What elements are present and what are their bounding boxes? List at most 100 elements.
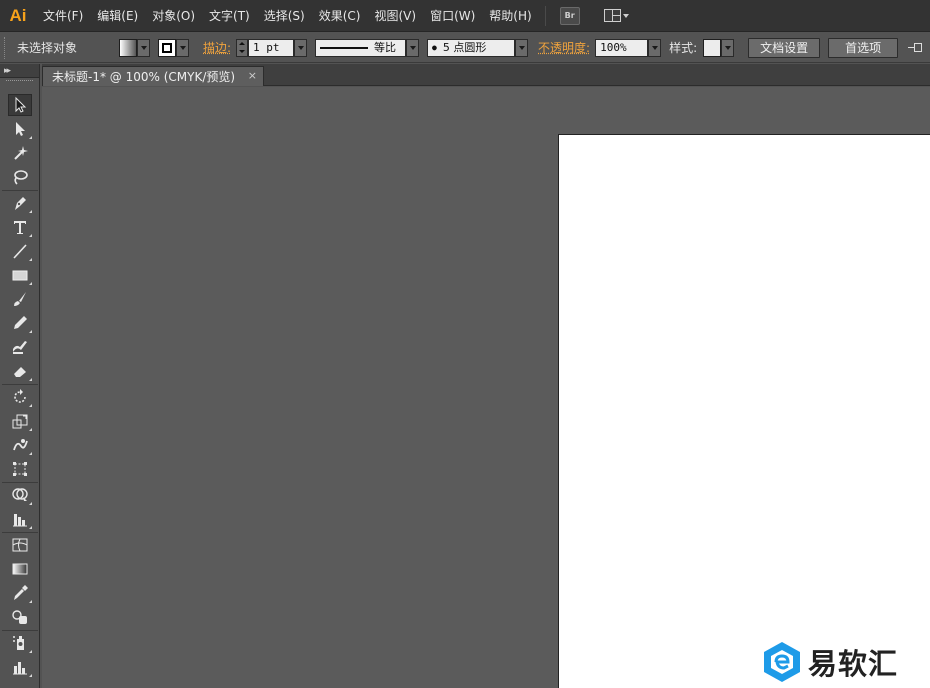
arrange-grid-icon	[603, 9, 621, 22]
gradient-icon	[12, 563, 28, 575]
opacity-label[interactable]: 不透明度:	[538, 39, 590, 56]
close-icon[interactable]: ×	[248, 69, 257, 82]
gradient-tool[interactable]	[8, 558, 32, 580]
fill-swatch-icon	[119, 38, 137, 57]
preferences-button[interactable]: 首选项	[828, 37, 899, 58]
graphic-style-picker[interactable]	[703, 38, 735, 58]
blend-tool[interactable]	[8, 606, 32, 628]
brush-dropdown[interactable]	[515, 38, 529, 57]
graphic-style-swatch	[703, 38, 722, 57]
menu-select[interactable]: 选择(S)	[257, 5, 312, 27]
menu-bar: Ai 文件(F) 编辑(E) 对象(O) 文字(T) 选择(S) 效果(C) 视…	[0, 0, 930, 32]
menu-file[interactable]: 文件(F)	[36, 5, 90, 27]
width-profile-dropdown[interactable]	[406, 38, 420, 57]
menu-object[interactable]: 对象(O)	[145, 5, 202, 27]
stroke-line-preview-icon	[320, 46, 369, 49]
menu-effect[interactable]: 效果(C)	[312, 5, 368, 27]
menu-type[interactable]: 文字(T)	[202, 5, 257, 27]
menu-help[interactable]: 帮助(H)	[482, 5, 538, 27]
opacity-field[interactable]: 100%	[595, 38, 649, 57]
warp-tool[interactable]	[8, 434, 32, 456]
shape-builder-icon	[12, 488, 28, 501]
width-profile-field[interactable]: 等比	[315, 38, 407, 57]
graphic-style-dropdown[interactable]	[721, 38, 735, 57]
width-profile-label: 等比	[374, 40, 397, 54]
fill-dropdown-arrow[interactable]	[137, 38, 150, 57]
stroke-color-picker[interactable]	[158, 38, 189, 58]
watermark-logo-icon	[764, 642, 800, 682]
eraser-tool[interactable]	[8, 360, 32, 382]
direct-selection-tool[interactable]	[8, 118, 32, 140]
eyedropper-tool[interactable]	[8, 582, 32, 604]
paintbrush-icon	[14, 292, 26, 306]
rectangle-tool[interactable]	[8, 264, 32, 286]
panel-grip[interactable]	[4, 36, 7, 59]
pen-tool[interactable]	[8, 192, 32, 214]
type-tool[interactable]	[8, 216, 32, 238]
variable-width-profile[interactable]: 等比	[315, 38, 420, 58]
scale-icon	[12, 414, 28, 429]
shape-builder-tool[interactable]	[8, 484, 32, 506]
watermark-text: 易软汇	[808, 647, 899, 681]
artboard[interactable]	[558, 134, 930, 688]
align-panel-icon[interactable]	[908, 41, 924, 55]
tools-panel: ▸▸	[0, 64, 40, 688]
blob-brush-tool[interactable]	[8, 336, 32, 358]
canvas-area[interactable]	[42, 87, 930, 688]
symbol-sprayer-tool[interactable]	[8, 632, 32, 654]
selection-status: 未选择对象	[17, 41, 78, 55]
document-tab[interactable]: 未标题-1* @ 100% (CMYK/预览) ×	[42, 66, 264, 86]
graph-tool[interactable]	[8, 508, 32, 530]
selection-tool[interactable]	[8, 94, 32, 116]
tools-panel-header[interactable]: ▸▸	[0, 64, 39, 78]
stroke-weight-dropdown[interactable]	[294, 38, 308, 57]
document-setup-button[interactable]: 文档设置	[748, 37, 821, 58]
opacity-control[interactable]: 100%	[595, 38, 662, 58]
warp-icon	[13, 439, 28, 451]
chevron-down-icon	[622, 13, 629, 18]
pencil-tool[interactable]	[8, 312, 32, 334]
magic-wand-icon	[14, 146, 28, 160]
menu-edit[interactable]: 编辑(E)	[90, 5, 145, 27]
brush-field[interactable]: ● 5 点圆形	[427, 38, 516, 57]
stroke-weight-field[interactable]: 1 pt	[248, 38, 295, 57]
free-transform-tool[interactable]	[8, 458, 32, 480]
column-graph-icon	[13, 514, 27, 527]
control-bar: 未选择对象 描边: 1 pt 等比 ● 5 点圆形 不透明度: 100% 样式:…	[0, 33, 930, 63]
stroke-weight-spinner[interactable]	[236, 38, 249, 57]
arrange-documents-button[interactable]	[603, 9, 629, 22]
magic-wand-tool[interactable]	[8, 142, 32, 164]
stroke-label[interactable]: 描边:	[203, 39, 231, 56]
blob-brush-icon	[13, 341, 27, 354]
rotate-icon	[14, 389, 26, 403]
tools-panel-grip[interactable]	[6, 80, 33, 88]
brush-definition[interactable]: ● 5 点圆形	[427, 38, 529, 58]
stroke-weight-control[interactable]: 1 pt	[236, 38, 308, 58]
pencil-icon	[14, 316, 27, 329]
app-logo: Ai	[9, 5, 27, 25]
lasso-tool[interactable]	[8, 166, 32, 188]
collapse-panel-icon[interactable]: ▸▸	[4, 66, 11, 76]
opacity-dropdown[interactable]	[648, 38, 662, 57]
stroke-dropdown-arrow[interactable]	[176, 38, 189, 57]
menu-separator	[544, 5, 546, 26]
blend-icon	[12, 610, 27, 624]
menu-window[interactable]: 窗口(W)	[423, 5, 482, 27]
menu-view[interactable]: 视图(V)	[367, 5, 423, 27]
column-graph-tool[interactable]	[8, 656, 32, 678]
lasso-icon	[14, 170, 28, 185]
scale-tool[interactable]	[8, 410, 32, 432]
mesh-tool[interactable]	[8, 534, 32, 556]
paintbrush-tool[interactable]	[8, 288, 32, 310]
line-segment-icon	[13, 244, 27, 259]
style-label: 样式:	[669, 41, 698, 55]
rotate-tool[interactable]	[8, 386, 32, 408]
document-tab-title: 未标题-1* @ 100% (CMYK/预览)	[52, 70, 236, 84]
fill-color-picker[interactable]	[119, 38, 150, 58]
mesh-icon	[12, 538, 28, 552]
eyedropper-icon	[14, 585, 28, 600]
pen-nib-icon	[15, 197, 26, 210]
line-segment-tool[interactable]	[8, 240, 32, 262]
bridge-button[interactable]: Br	[559, 6, 580, 25]
watermark: 易软汇	[762, 640, 898, 684]
